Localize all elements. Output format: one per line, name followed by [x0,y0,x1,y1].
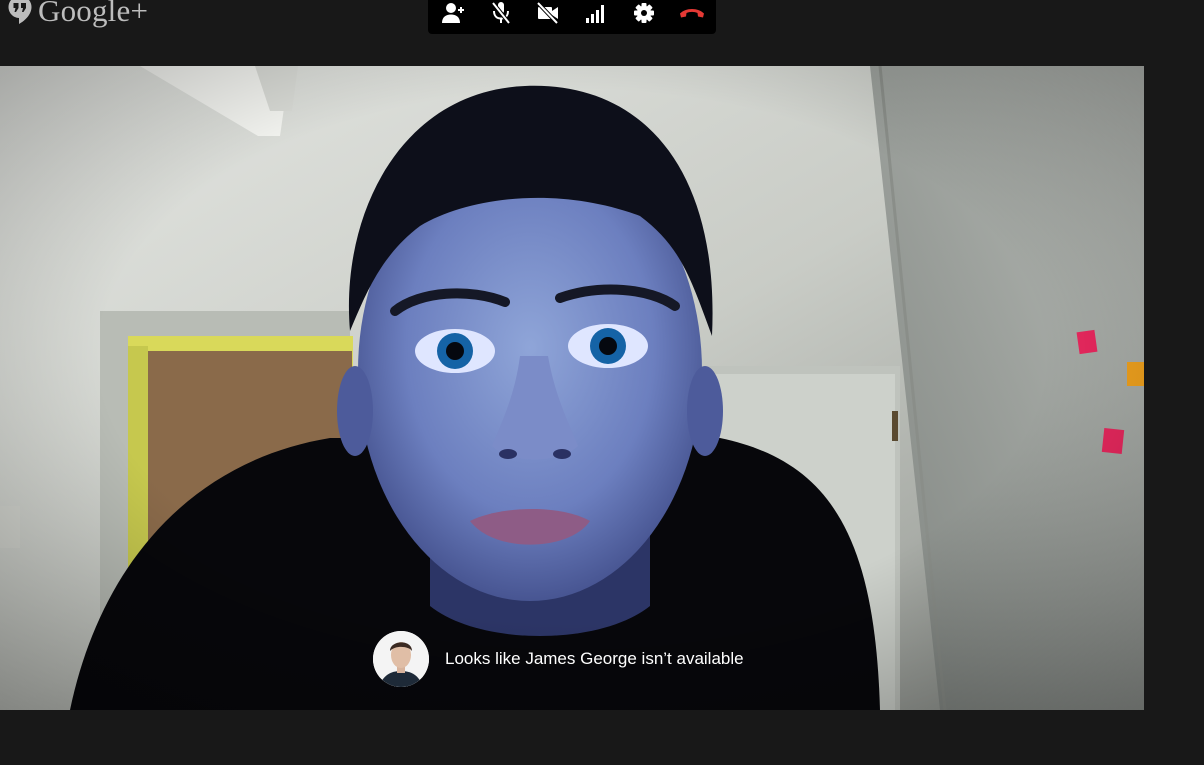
bandwidth-button[interactable] [579,0,613,26]
hang-up-button[interactable] [675,0,709,26]
mic-off-icon [490,1,512,25]
hangout-window: Google+ Looks like James George isn’t av… [0,0,1204,765]
person-add-icon [441,2,465,24]
mute-mic-button[interactable] [484,0,518,26]
phone-hangup-icon [679,5,705,21]
video-frame-image [0,66,1144,710]
call-toolbar [428,0,716,34]
video-feed: Looks like James George isn’t available [0,66,1144,710]
turn-off-camera-button[interactable] [531,0,565,26]
settings-button[interactable] [627,0,661,26]
invite-people-button[interactable] [436,0,470,26]
videocam-off-icon [536,2,560,24]
logo-text: Google+ [38,0,149,28]
app-logo: Google+ [7,0,148,31]
signal-bars-icon [584,2,608,24]
notification-message: Looks like James George isn’t available [445,649,744,668]
gear-icon [633,2,655,24]
avatar [373,631,429,687]
availability-notification: Looks like James George isn’t available [373,631,744,687]
hangouts-quote-icon [7,0,33,30]
